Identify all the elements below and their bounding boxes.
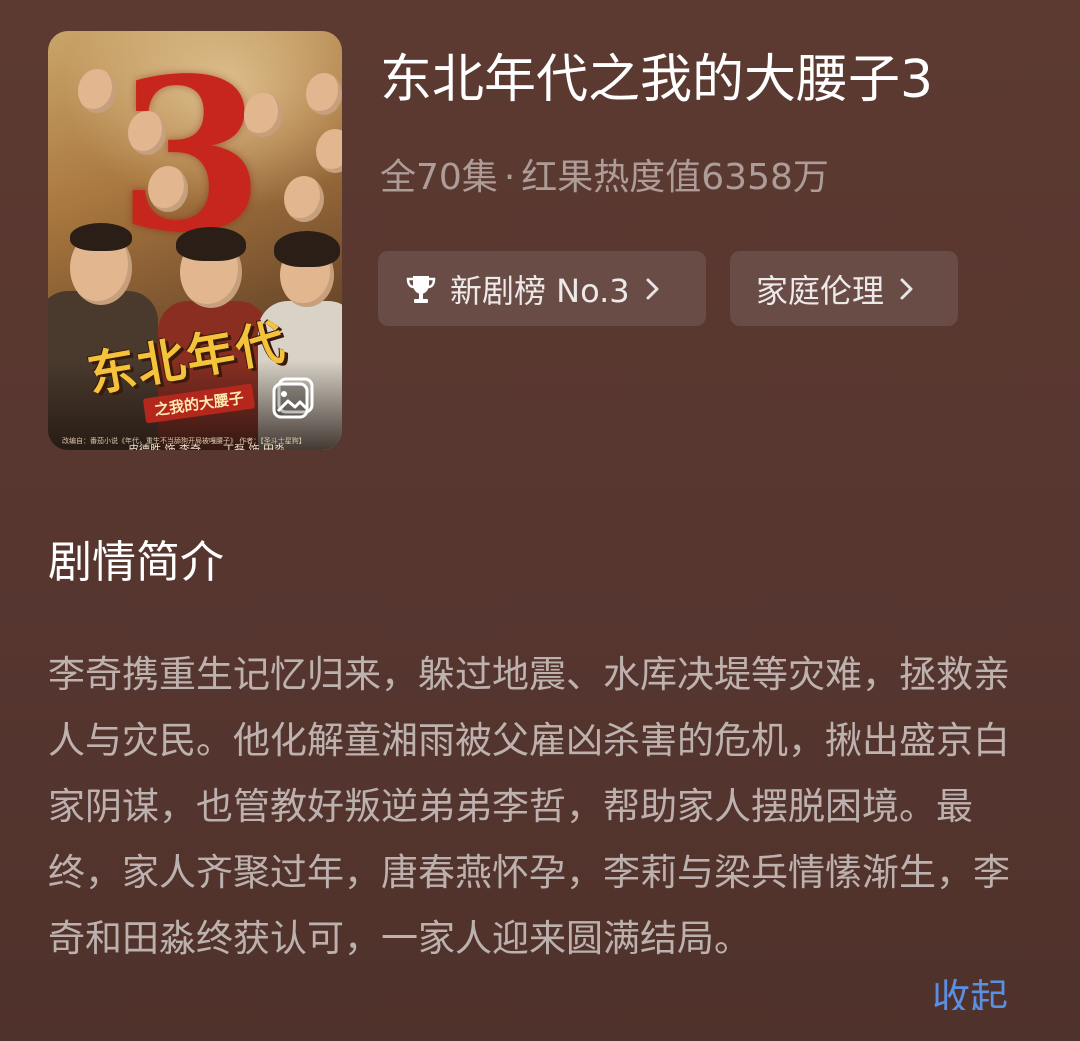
- synopsis-text: 李奇携重生记忆归来，躲过地震、水库决堤等灾难，拯救亲人与灾民。他化解童湘雨被父雇…: [48, 653, 1010, 960]
- episode-count: 全70集: [380, 157, 498, 198]
- heat-value: 红果热度值6358万: [521, 157, 829, 198]
- meta-separator: ·: [503, 157, 516, 198]
- drama-title: 东北年代之我的大腰子3: [380, 50, 934, 110]
- collapse-button[interactable]: 收起: [932, 970, 1008, 1010]
- poster-figure-face: [78, 69, 116, 113]
- poster-figure-face: [244, 93, 282, 137]
- poster-figure-hair: [176, 227, 246, 261]
- poster-figure-hair: [274, 231, 340, 267]
- chevron-right-icon: [900, 278, 913, 299]
- poster-figure-hair: [70, 223, 132, 251]
- poster-figure-face: [284, 176, 324, 222]
- poster-figure-face: [306, 73, 342, 115]
- synopsis-heading: 剧情简介: [48, 537, 224, 588]
- gallery-icon[interactable]: [270, 375, 316, 421]
- poster-figure-face: [128, 111, 166, 155]
- chevron-right-icon: [646, 278, 659, 299]
- trophy-icon: [406, 275, 436, 303]
- genre-chip[interactable]: 家庭伦理: [730, 251, 958, 326]
- drama-meta: 全70集 · 红果热度值6358万: [380, 152, 829, 204]
- poster-figure-face: [148, 166, 188, 212]
- chart-rank-label: 新剧榜 No.3: [450, 271, 630, 310]
- genre-label: 家庭伦理: [756, 271, 885, 310]
- chart-rank-chip[interactable]: 新剧榜 No.3: [378, 251, 706, 326]
- poster-credit: 改编自：番茄小说《年代，重生不当舔狗开局被嘎腰子》 作者：【圣斗士星狗】: [62, 437, 306, 445]
